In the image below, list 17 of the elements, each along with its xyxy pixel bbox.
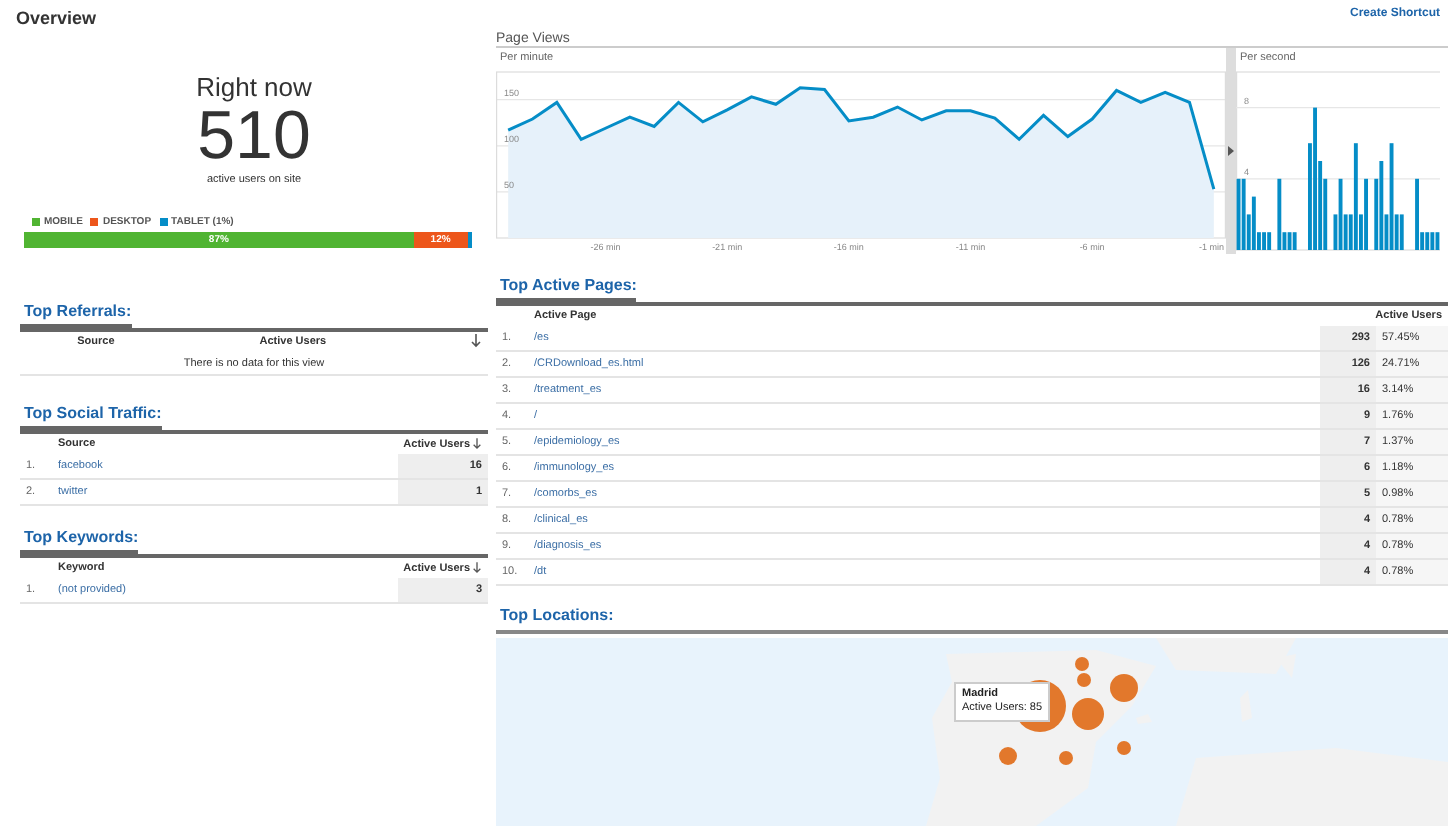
sort-arrow-icon[interactable] — [472, 437, 482, 450]
section-title: Top Keywords: — [20, 528, 139, 554]
right-now-title: Right now — [196, 72, 312, 102]
location-bubble[interactable] — [1059, 751, 1073, 765]
section-title: Top Active Pages: — [496, 276, 637, 302]
active-users-count: 510 — [197, 102, 311, 170]
section-title: Top Social Traffic: — [20, 404, 162, 430]
section-title: Top Referrals: — [20, 302, 132, 328]
location-bubble[interactable] — [1117, 741, 1131, 755]
location-bubble[interactable] — [999, 747, 1017, 765]
location-bubble[interactable] — [1110, 674, 1138, 702]
page-title: Overview — [16, 8, 97, 28]
section-title: Top Locations: — [498, 606, 614, 624]
sort-arrow-icon[interactable] — [470, 333, 482, 347]
location-bubble[interactable] — [1072, 698, 1104, 730]
sort-arrow-icon[interactable] — [472, 561, 482, 574]
expand-arrow-icon[interactable] — [1228, 146, 1234, 156]
